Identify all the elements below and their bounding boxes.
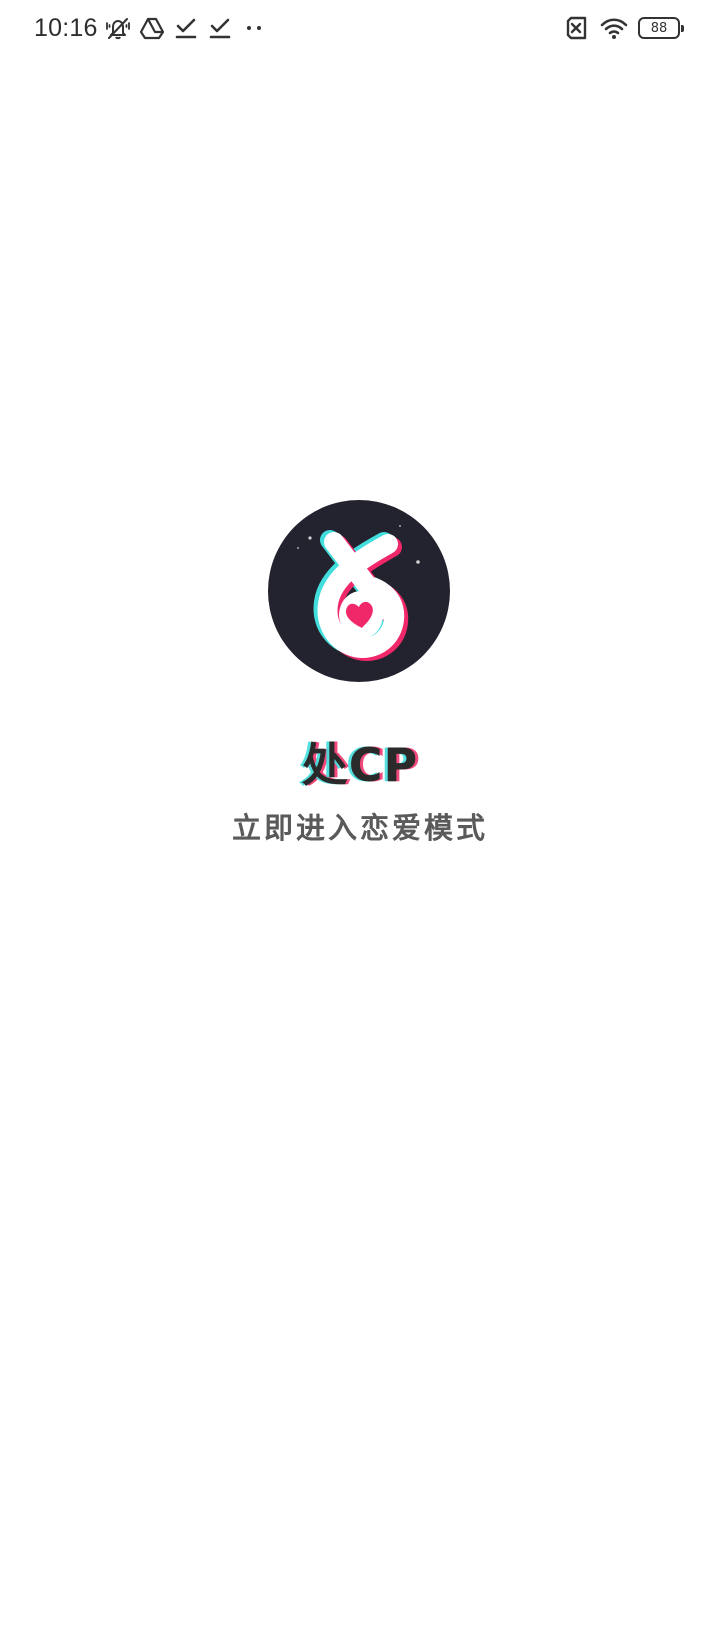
app-tagline: 立即进入恋爱模式 — [231, 811, 488, 845]
status-bar: 10:16 88 — [0, 0, 720, 56]
status-left-group: 10:16 — [34, 8, 274, 48]
vibrate-icon — [104, 14, 132, 42]
app-name: 处CP — [301, 738, 419, 792]
status-time: 10:16 — [34, 13, 98, 42]
app-logo-graphic — [297, 525, 420, 662]
download-done-icon — [206, 14, 234, 42]
more-dots-icon — [240, 14, 268, 42]
wifi-icon — [600, 14, 628, 42]
no-sim-icon — [562, 14, 590, 42]
drive-icon — [138, 14, 166, 42]
battery-icon: 88 — [638, 17, 684, 39]
battery-level: 88 — [650, 20, 668, 36]
status-right-group: 88 — [562, 8, 684, 48]
app-logo — [268, 500, 450, 682]
download-done-icon — [172, 14, 200, 42]
